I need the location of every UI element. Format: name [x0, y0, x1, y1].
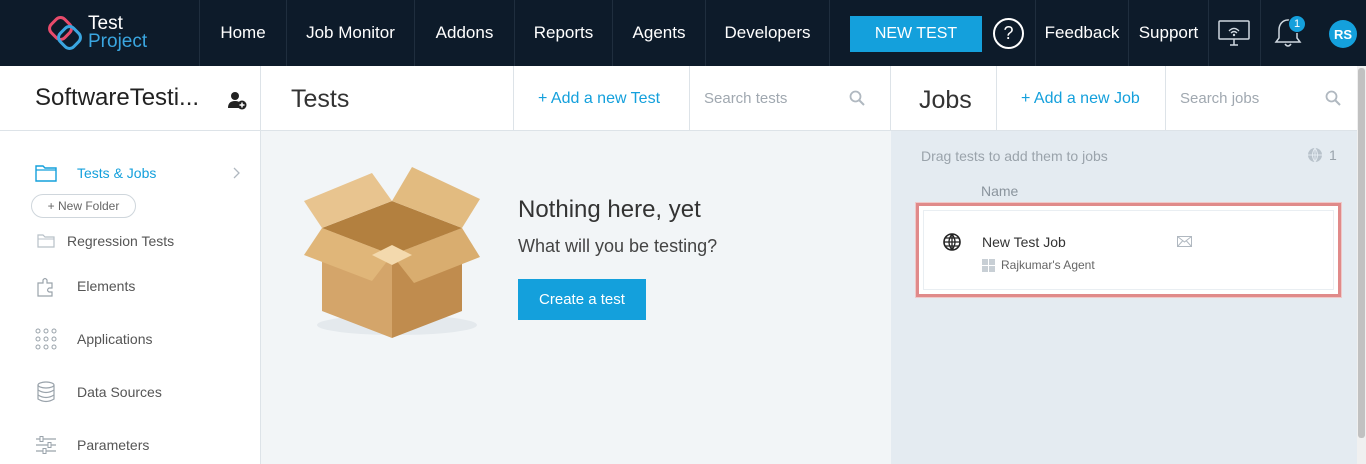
sidebar-item-label: Elements — [77, 278, 136, 294]
empty-state-title: Nothing here, yet — [518, 196, 701, 223]
job-card-inner — [923, 210, 1334, 290]
project-title[interactable]: SoftwareTesti... — [35, 84, 199, 112]
jobs-count-value: 1 — [1329, 147, 1337, 163]
search-tests-input[interactable] — [704, 82, 844, 114]
sidebar-item-label: Data Sources — [77, 384, 162, 400]
header-divider — [1165, 66, 1166, 131]
new-test-button[interactable]: NEW TEST — [850, 16, 982, 52]
sliders-icon — [36, 436, 56, 454]
email-icon[interactable] — [1177, 236, 1192, 247]
add-new-job-link[interactable]: + Add a new Job — [1021, 90, 1140, 108]
database-icon — [37, 381, 55, 403]
notification-count-badge: 1 — [1288, 15, 1306, 33]
header-divider — [260, 66, 261, 131]
nav-reports[interactable]: Reports — [515, 0, 613, 66]
sidebar-item-label: Applications — [77, 331, 153, 347]
jobs-panel — [891, 131, 1357, 464]
new-folder-button[interactable]: + New Folder — [31, 194, 136, 218]
globe-icon — [1308, 147, 1322, 163]
user-avatar[interactable]: RS — [1329, 20, 1357, 48]
sidebar-item-applications[interactable]: Applications — [0, 324, 260, 354]
sidebar-item-tests-jobs[interactable]: Tests & Jobs — [0, 158, 260, 188]
nav-agents[interactable]: Agents — [613, 0, 706, 66]
tests-title: Tests — [291, 85, 350, 113]
sidebar-item-label: Regression Tests — [67, 233, 175, 249]
nav-divider — [1260, 0, 1261, 66]
header-divider — [689, 66, 690, 131]
nav-divider — [1208, 0, 1209, 66]
brand-logo[interactable]: Test Project — [0, 0, 200, 66]
web-globe-icon — [943, 233, 961, 251]
sidebar-item-parameters[interactable]: Parameters — [0, 430, 260, 460]
feedback-link[interactable]: Feedback — [1035, 0, 1128, 66]
search-icon[interactable] — [1325, 90, 1341, 106]
sidebar-item-elements[interactable]: Elements — [0, 271, 260, 301]
search-jobs-input[interactable] — [1180, 82, 1320, 114]
empty-state-subtitle: What will you be testing? — [518, 236, 718, 256]
windows-icon — [982, 259, 995, 272]
nav-developers[interactable]: Developers — [706, 0, 830, 66]
nav-job-monitor[interactable]: Job Monitor — [287, 0, 415, 66]
add-new-test-link[interactable]: + Add a new Test — [538, 90, 660, 108]
page-scrollbar-thumb[interactable] — [1358, 68, 1365, 438]
folder-icon — [37, 234, 55, 248]
nav-home[interactable]: Home — [200, 0, 287, 66]
job-agent-name: Rajkumar's Agent — [1001, 258, 1095, 272]
jobs-title: Jobs — [919, 86, 972, 114]
puzzle-icon — [37, 277, 53, 297]
job-name: New Test Job — [982, 234, 1066, 250]
empty-box-illustration — [304, 167, 480, 338]
sidebar-item-data-sources[interactable]: Data Sources — [0, 377, 260, 407]
add-user-icon[interactable] — [227, 90, 247, 110]
header-divider — [890, 66, 891, 131]
help-icon[interactable]: ? — [993, 18, 1024, 49]
chevron-right-icon — [233, 167, 240, 179]
sidebar-item-label: Tests & Jobs — [77, 165, 157, 181]
jobs-count: 1 — [1307, 147, 1337, 163]
folder-icon — [35, 165, 57, 182]
create-test-button[interactable]: Create a test — [518, 279, 646, 320]
jobs-drag-hint: Drag tests to add them to jobs — [921, 148, 1108, 164]
header-divider — [996, 66, 997, 131]
testproject-logo-icon — [48, 16, 82, 50]
search-icon[interactable] — [849, 90, 865, 106]
apps-grid-icon — [35, 328, 57, 350]
agent-monitor-icon[interactable] — [1218, 20, 1250, 46]
support-link[interactable]: Support — [1128, 0, 1208, 66]
job-card[interactable] — [916, 203, 1341, 297]
sidebar-item-regression-tests[interactable]: Regression Tests — [0, 226, 260, 256]
nav-addons[interactable]: Addons — [415, 0, 515, 66]
name-column-header[interactable]: Name — [981, 183, 1018, 199]
sidebar-item-label: Parameters — [77, 437, 150, 453]
header-divider — [513, 66, 514, 131]
sidebar: Tests & Jobs Regression Tests Elements A… — [0, 131, 261, 464]
brand-line2: Project — [88, 31, 148, 52]
sub-header — [0, 66, 1357, 131]
